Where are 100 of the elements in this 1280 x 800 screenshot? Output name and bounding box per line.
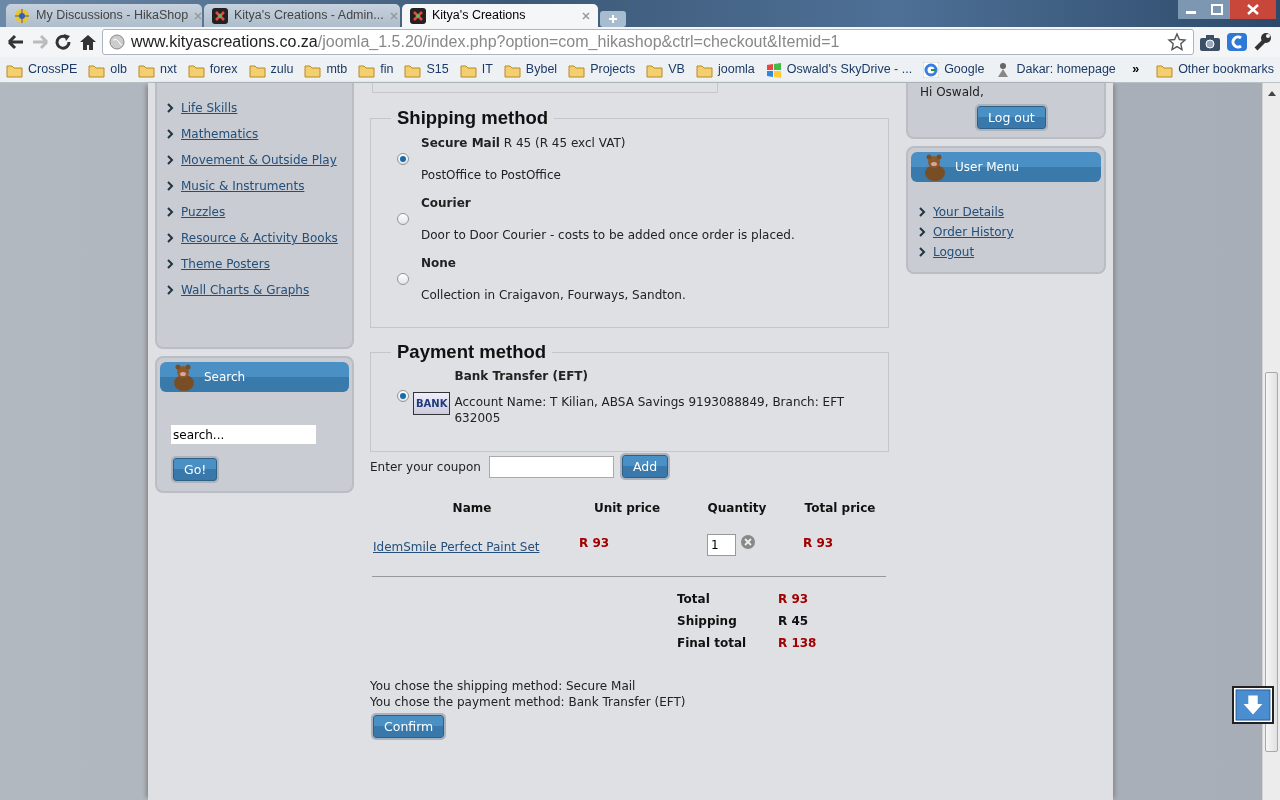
url-text: www.kityascreations.co.za/joomla_1.5.20/index.php?option=com_hikashop&ctrl=checkout&Itemid=1 — [131, 32, 840, 52]
option-description: Collection in Craigavon, Fourways, Sandton. — [421, 287, 686, 304]
panel-title: User Menu — [955, 159, 1020, 176]
column-header: Name — [451, 500, 493, 517]
column-header: Quantity — [706, 500, 768, 517]
tab-title: Kitya's Creations - Admin... — [234, 7, 384, 25]
menu-link[interactable]: Order History — [933, 223, 1014, 241]
radio-button[interactable] — [397, 213, 409, 225]
category-link[interactable]: Wall Charts & Graphs — [181, 281, 310, 299]
coupon-label: Enter your coupon — [370, 458, 481, 476]
windows-logo-icon — [765, 61, 782, 78]
joomla-icon — [212, 7, 228, 24]
greeting-text: Hi Oswald, — [920, 84, 985, 101]
column-header: Unit price — [592, 500, 662, 517]
category-link[interactable]: Theme Posters — [181, 255, 270, 273]
total-label: Total — [677, 591, 711, 608]
product-link[interactable]: IdemSmile Perfect Paint Set — [373, 538, 540, 556]
summary-text: You chose the payment method: Bank Transfer (EFT) — [370, 694, 687, 710]
category-link[interactable]: Mathematics — [181, 125, 259, 143]
bookmark[interactable]: CrossPE — [6, 60, 78, 79]
browser-tab[interactable]: Kitya's Creations — [402, 4, 598, 27]
new-tab-icon[interactable] — [600, 11, 626, 27]
chevron-icon — [167, 181, 174, 191]
go-button[interactable]: Go! — [173, 458, 218, 481]
chevron-icon — [167, 259, 174, 269]
coupon-field[interactable] — [488, 455, 614, 478]
radio-button[interactable] — [397, 273, 409, 285]
add-button[interactable]: Add — [621, 455, 669, 478]
search-field[interactable]: search... — [171, 425, 316, 444]
close-icon[interactable] — [582, 11, 590, 20]
category-link[interactable]: Movement & Outside Play — [181, 151, 337, 169]
chevron-icon — [167, 207, 174, 217]
scrollbar-thumb[interactable] — [1265, 372, 1278, 752]
menu-link[interactable]: Your Details — [933, 203, 1005, 221]
option-title: None — [421, 255, 457, 272]
option-description: Door to Door Courier - costs to be added once order is placed. — [421, 227, 795, 244]
bookmark[interactable]: VB — [646, 60, 685, 79]
sunburst-icon — [14, 7, 30, 24]
price-text: R 93 — [803, 536, 834, 550]
address-bar[interactable]: www.kityascreations.co.za/joomla_1.5.20/index.php?option=com_hikashop&ctrl=checkout&Itemid=1 — [102, 29, 1194, 55]
star-icon[interactable] — [1167, 32, 1187, 52]
category-link[interactable]: Puzzles — [181, 203, 226, 221]
category-link[interactable]: Life Skills — [181, 99, 238, 117]
scroll-up-icon[interactable] — [1266, 89, 1277, 97]
summary-text: You chose the shipping method: Secure Mail — [370, 678, 637, 694]
bookmark[interactable]: olb — [88, 60, 127, 79]
bookmark[interactable]: joomla — [695, 60, 755, 79]
total-label: Shipping — [677, 613, 738, 630]
bookmark[interactable]: Google — [923, 60, 985, 79]
option-description: PostOffice to PostOffice — [421, 167, 562, 184]
column-header: Total price — [803, 500, 877, 517]
tab-title: Kitya's Creations — [432, 7, 526, 25]
category-link[interactable]: Music & Instruments — [181, 177, 305, 195]
bookmark[interactable]: Dakar: homepage — [995, 60, 1116, 79]
bookmark[interactable]: S15 — [404, 60, 449, 79]
option-title: Secure Mail R 45 (R 45 excl VAT) — [421, 135, 626, 152]
chevron-icon — [167, 103, 174, 113]
quantity-field[interactable]: 1 — [707, 534, 736, 556]
bookmark[interactable]: fin — [358, 60, 394, 79]
bookmark[interactable]: Other bookmarks — [1156, 60, 1274, 79]
chevron-icon — [167, 129, 174, 139]
browser-tab[interactable]: Kitya's Creations - Admin... — [204, 4, 400, 27]
chevron-icon — [167, 233, 174, 243]
tab-title: My Discussions - HikaShop — [36, 7, 189, 25]
price-text: R 93 — [579, 536, 610, 550]
bank-logo: BANK — [413, 391, 451, 415]
google-icon — [923, 61, 940, 78]
bookmark[interactable]: nxt — [138, 60, 177, 79]
camera-icon[interactable] — [1198, 32, 1222, 52]
bookmark[interactable]: mtb — [304, 60, 348, 79]
back-icon[interactable] — [6, 33, 26, 51]
bookmark[interactable]: forex — [187, 60, 238, 79]
browser-tab[interactable]: My Discussions - HikaShop — [6, 4, 202, 27]
option-description: Account Name: T Kilian, ABSA Savings 9193088849, Branch: EFT 632005 — [454, 393, 846, 426]
globe-icon — [109, 34, 125, 50]
bookmark[interactable]: Projects — [568, 60, 636, 79]
minimize-icon[interactable] — [1178, 0, 1204, 19]
chevron-icon — [167, 285, 174, 295]
total-value: R 138 — [778, 635, 818, 652]
close-window-icon[interactable] — [1230, 0, 1276, 19]
remove-icon[interactable] — [740, 534, 756, 550]
download-arrow-icon[interactable] — [1232, 686, 1274, 724]
option-title: Bank Transfer (EFT) — [454, 367, 589, 385]
bookmark[interactable]: zulu — [248, 60, 294, 79]
wrench-icon[interactable] — [1252, 32, 1274, 52]
joomla-icon — [410, 7, 426, 24]
letter-c-icon[interactable] — [1226, 32, 1248, 52]
menu-link[interactable]: Logout — [933, 243, 975, 261]
home-icon[interactable] — [78, 33, 98, 51]
radio-button[interactable] — [397, 153, 409, 165]
overflow-chevron[interactable]: » — [1132, 60, 1140, 79]
radio-button[interactable] — [397, 390, 409, 402]
bookmark[interactable]: Bybel — [503, 60, 558, 79]
category-link[interactable]: Resource & Activity Books — [181, 229, 338, 247]
close-icon[interactable] — [194, 11, 203, 20]
maximize-icon[interactable] — [1204, 0, 1230, 19]
bookmark[interactable]: IT — [459, 60, 493, 79]
total-value: R 93 — [778, 591, 810, 608]
logout-button[interactable]: Log out — [977, 106, 1046, 129]
bookmark[interactable]: Oswald's SkyDrive - ... — [765, 60, 913, 79]
